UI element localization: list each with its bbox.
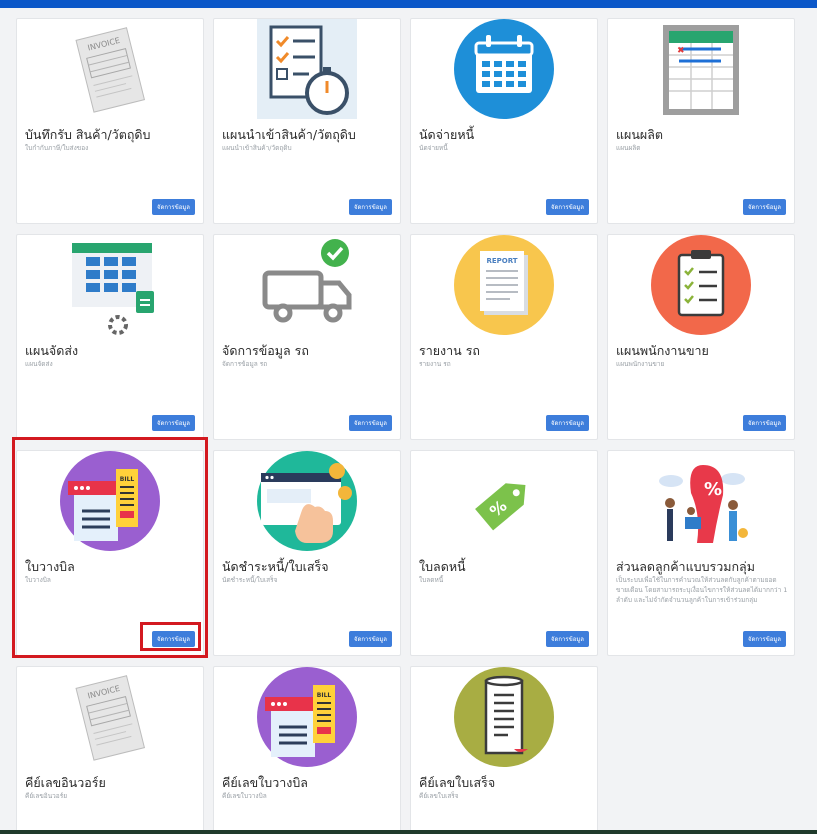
manage-data-button[interactable]: จัดการข้อมูล [349, 631, 392, 647]
truck-icon [214, 235, 400, 335]
card-title: คีย์เลขอินวอร์ย [25, 775, 106, 790]
card-subtitle: ใบลดหนี้ [419, 576, 444, 584]
svg-text:BILL: BILL [317, 692, 332, 699]
receipt-icon [411, 667, 597, 767]
highlight-box-manage-button [140, 622, 201, 651]
svg-text:REPORT: REPORT [486, 257, 517, 265]
card-title: แผนจัดส่ง [25, 343, 79, 358]
checklist-stopwatch-icon [214, 19, 400, 119]
bill-icon: BILL [214, 667, 400, 767]
card-title: นัดจ่ายหนี้ [419, 127, 475, 142]
card-delivery-plan[interactable]: แผนจัดส่ง แผนจัดส่ง จัดการข้อมูล [16, 234, 204, 440]
online-payment-icon [214, 451, 400, 551]
card-subtitle: คีย์เลขอินวอร์ย [25, 792, 68, 800]
card-title: คีย์เลขใบวางบิล [222, 775, 308, 790]
card-title: ใบลดหนี้ [419, 559, 466, 574]
invoice-icon: INVOICE [17, 19, 203, 119]
card-receipt-number-entry[interactable]: คีย์เลขใบเสร็จ คีย์เลขใบเสร็จ [410, 666, 598, 834]
svg-text:✖: ✖ [677, 46, 685, 56]
card-subtitle: แผนผลิต [616, 144, 641, 152]
calendar-icon [411, 19, 597, 119]
card-title: แผนพนักงานขาย [616, 343, 709, 358]
manage-data-button[interactable]: จัดการข้อมูล [743, 415, 786, 431]
card-goods-receipt[interactable]: INVOICE บันทึกรับ สินค้า/วัตถุดิบ ใบกำกั… [16, 18, 204, 224]
card-credit-note[interactable]: % ใบลดหนี้ ใบลดหนี้ จัดการข้อมูล [410, 450, 598, 656]
card-title: ส่วนลดลูกค้าแบบรวมกลุ่ม [616, 559, 755, 574]
card-subtitle: นัดจ่ายหนี้ [419, 144, 448, 152]
card-subtitle: แผนนำเข้าสินค้า/วัตถุดิบ [222, 144, 292, 152]
manage-data-button[interactable]: จัดการข้อมูล [349, 199, 392, 215]
svg-text:%: % [704, 479, 722, 500]
manage-data-button[interactable]: จัดการข้อมูล [152, 199, 195, 215]
card-title: แผนผลิต [616, 127, 664, 142]
clipboard-icon [608, 235, 794, 335]
module-grid: INVOICE บันทึกรับ สินค้า/วัตถุดิบ ใบกำกั… [16, 18, 795, 834]
card-title: คีย์เลขใบเสร็จ [419, 775, 496, 790]
card-group-customer-discount[interactable]: % ส่วนลดลูกค้าแบบรวมกลุ่ม เป็นระบบเพื่อใ… [607, 450, 795, 656]
manage-data-button[interactable]: จัดการข้อมูล [546, 631, 589, 647]
card-salesperson-plan[interactable]: แผนพนักงานขาย แผนพนักงานขาย จัดการข้อมูล [607, 234, 795, 440]
card-import-plan[interactable]: แผนนำเข้าสินค้า/วัตถุดิบ แผนนำเข้าสินค้า… [213, 18, 401, 224]
card-billing-number-entry[interactable]: BILL คีย์เลขใบวางบิล คีย์เลขใบวางบิล [213, 666, 401, 834]
top-accent-bar [0, 0, 817, 8]
card-title: บันทึกรับ สินค้า/วัตถุดิบ [25, 127, 151, 142]
invoice-icon: INVOICE [17, 667, 203, 767]
manage-data-button[interactable]: จัดการข้อมูล [349, 415, 392, 431]
card-subtitle: รายงาน รถ [419, 360, 451, 368]
manage-data-button[interactable]: จัดการข้อมูล [743, 631, 786, 647]
schedule-sheet-icon [17, 235, 203, 335]
card-subtitle: คีย์เลขใบเสร็จ [419, 792, 459, 800]
manage-data-button[interactable]: จัดการข้อมูล [546, 415, 589, 431]
manage-data-button[interactable]: จัดการข้อมูล [152, 415, 195, 431]
card-debt-payment-schedule[interactable]: นัดจ่ายหนี้ นัดจ่ายหนี้ จัดการข้อมูล [410, 18, 598, 224]
card-subtitle: ใบกำกับภาษี/ใบส่งของ [25, 144, 89, 152]
discount-tag-icon: % [411, 451, 597, 551]
card-invoice-number-entry[interactable]: INVOICE คีย์เลขอินวอร์ย คีย์เลขอินวอร์ย [16, 666, 204, 834]
card-subtitle: คีย์เลขใบวางบิล [222, 792, 267, 800]
card-vehicle-data[interactable]: จัดการข้อมูล รถ จัดการข้อมูล รถ จัดการข้… [213, 234, 401, 440]
card-title: แผนนำเข้าสินค้า/วัตถุดิบ [222, 127, 356, 142]
card-payment-receipt[interactable]: นัดชำระหนี้/ใบเสร็จ นัดชำระหนี้/ใบเสร็จ … [213, 450, 401, 656]
card-subtitle: จัดการข้อมูล รถ [222, 360, 268, 368]
card-vehicle-report[interactable]: REPORT รายงาน รถ รายงาน รถ จัดการข้อมูล [410, 234, 598, 440]
manage-data-button[interactable]: จัดการข้อมูล [743, 199, 786, 215]
group-discount-icon: % [608, 451, 794, 551]
card-subtitle: แผนพนักงานขาย [616, 360, 665, 368]
card-subtitle: แผนจัดส่ง [25, 360, 53, 368]
bottom-bar [0, 830, 817, 834]
report-icon: REPORT [411, 235, 597, 335]
card-subtitle: นัดชำระหนี้/ใบเสร็จ [222, 576, 278, 584]
card-subtitle: เป็นระบบเพื่อใช้ในการคำนวณให้ส่วนลดกับลู… [616, 576, 788, 604]
spreadsheet-icon: ✖ [608, 19, 794, 119]
card-title: จัดการข้อมูล รถ [222, 343, 309, 358]
card-production-plan[interactable]: ✖ แผนผลิต แผนผลิต จัดการข้อมูล [607, 18, 795, 224]
card-title: นัดชำระหนี้/ใบเสร็จ [222, 559, 329, 574]
manage-data-button[interactable]: จัดการข้อมูล [546, 199, 589, 215]
card-title: รายงาน รถ [419, 343, 480, 358]
